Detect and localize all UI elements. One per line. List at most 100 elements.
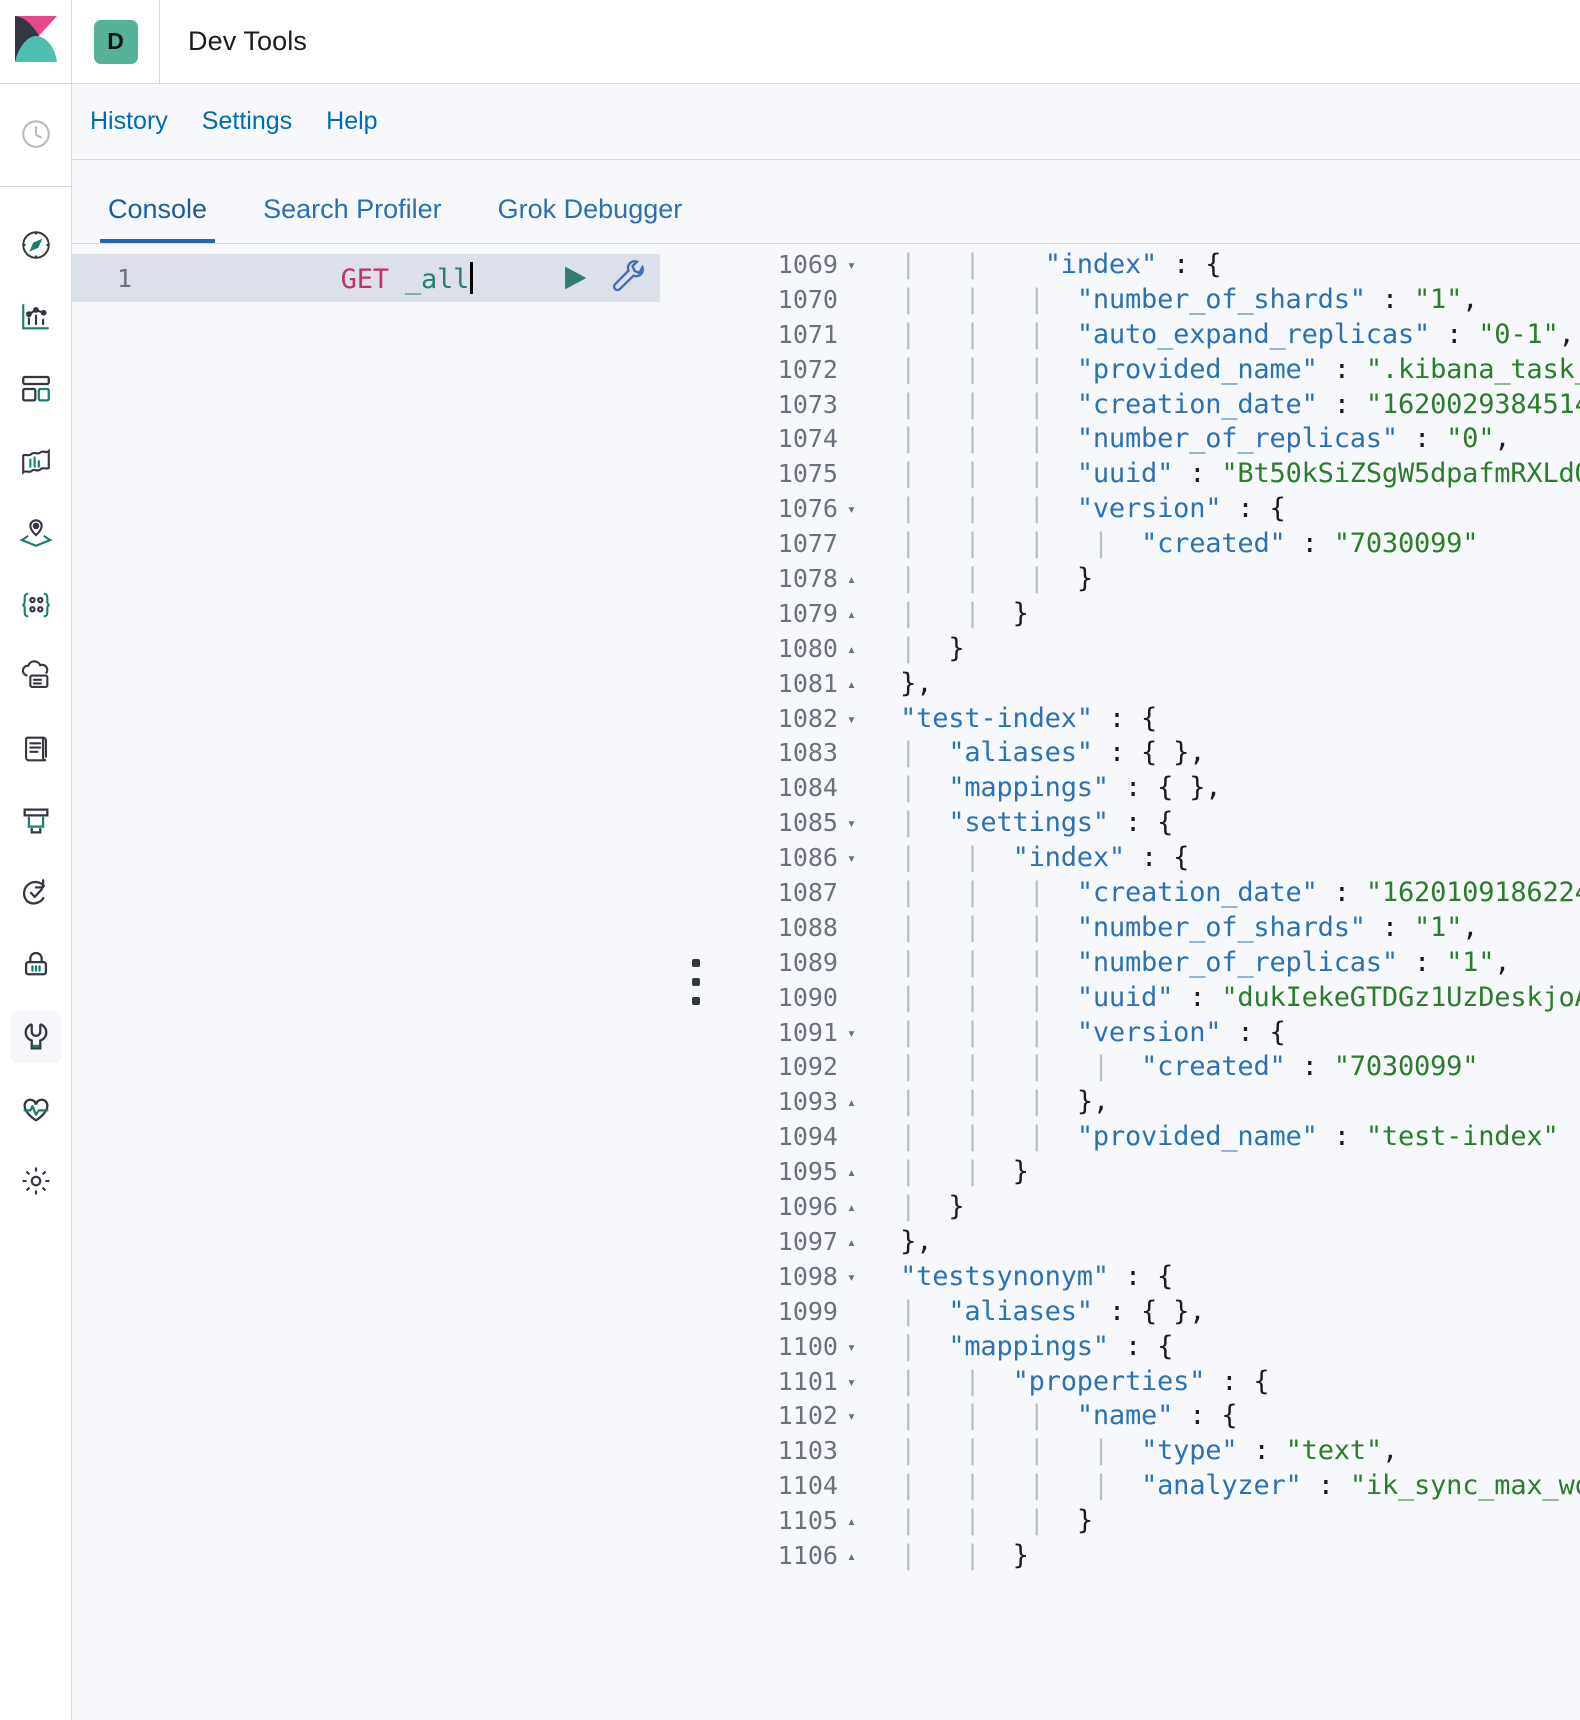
response-line: 1092 | | | | "created" : "7030099" [732, 1050, 1580, 1085]
response-line-number: 1100 [777, 1331, 838, 1361]
response-line-code: | | | | "type" : "text", [900, 1435, 1398, 1467]
fold-toggle-icon[interactable]: ▴ [842, 1539, 868, 1574]
sidebar-item-canvas[interactable] [0, 425, 72, 497]
response-line-code: | "aliases" : { }, [900, 1295, 1206, 1327]
editor-active-line[interactable]: 1 GET _all [72, 254, 660, 302]
sidebar-item-graph[interactable] [0, 569, 72, 641]
response-line-number: 1089 [777, 947, 838, 977]
response-line: 1070 | | | "number_of_shards" : "1", [732, 283, 1580, 318]
fold-toggle-icon[interactable]: ▾ [842, 1330, 868, 1365]
maps-icon [10, 507, 62, 559]
sidebar-item-dev-tools[interactable] [0, 1001, 72, 1073]
fold-toggle-icon[interactable]: ▾ [842, 1365, 868, 1400]
pane-resize-handle[interactable] [660, 244, 732, 1720]
response-line-number: 1083 [777, 738, 838, 768]
space-avatar[interactable]: D [72, 0, 160, 84]
primary-nav-rail [0, 84, 72, 1720]
response-line-number: 1101 [777, 1366, 838, 1396]
sidebar-item-maps[interactable] [0, 497, 72, 569]
response-line-code: | | "index" : { [900, 842, 1190, 874]
fold-toggle-icon[interactable]: ▴ [842, 632, 868, 667]
response-line: 1101 ▾ | | "properties" : { [732, 1365, 1580, 1400]
sidebar-item-dashboard[interactable] [0, 353, 72, 425]
response-line: 1096 ▴ | } [732, 1190, 1580, 1225]
response-line: 1102 ▾ | | | "name" : { [732, 1399, 1580, 1434]
menu-item-help[interactable]: Help [326, 107, 377, 136]
response-line-code: | | | | "created" : "7030099" [900, 528, 1479, 560]
fold-toggle-icon[interactable]: ▴ [842, 597, 868, 632]
graph-icon [10, 579, 62, 631]
tab-grok-debugger[interactable]: Grok Debugger [490, 194, 691, 243]
response-line-number: 1102 [777, 1401, 838, 1431]
fold-toggle-icon[interactable]: ▴ [842, 1504, 868, 1539]
sidebar-item-discover[interactable] [0, 209, 72, 281]
response-line-number: 1095 [777, 1157, 838, 1187]
response-line-number: 1078 [777, 564, 838, 594]
sidebar-item-visualize[interactable] [0, 281, 72, 353]
uptime-icon [10, 867, 62, 919]
response-line: 1089 | | | "number_of_replicas" : "1", [732, 946, 1580, 981]
fold-toggle-icon[interactable]: ▾ [842, 841, 868, 876]
fold-toggle-icon[interactable]: ▾ [842, 1016, 868, 1051]
fold-toggle-icon[interactable]: ▾ [842, 1260, 868, 1295]
fold-toggle-icon[interactable]: ▾ [842, 806, 868, 841]
sidebar-item-stack-monitoring[interactable] [0, 1073, 72, 1145]
response-output[interactable]: 1069 ▾ | | "index" : {1070 | | | "number_… [732, 244, 1580, 1720]
fold-toggle-icon[interactable]: ▴ [842, 1085, 868, 1120]
tab-search-profiler[interactable]: Search Profiler [255, 194, 450, 243]
fold-toggle-icon[interactable]: ▴ [842, 667, 868, 702]
sidebar-item-metrics[interactable] [0, 785, 72, 857]
response-line-number: 1088 [777, 912, 838, 942]
wrench-icon[interactable] [610, 259, 648, 297]
response-line-number: 1069 [777, 250, 838, 279]
fold-toggle-icon[interactable]: ▾ [842, 492, 868, 527]
response-line: 1106 ▴ | | } [732, 1539, 1580, 1574]
sidebar-item-recently-viewed[interactable] [0, 98, 72, 170]
sidebar-item-uptime[interactable] [0, 857, 72, 929]
sidebar-item-machine-learning[interactable] [0, 641, 72, 713]
sidebar-item-security[interactable] [0, 929, 72, 1001]
response-line-code: | | | "creation_date" : "1620029384514", [900, 388, 1580, 420]
response-line: 1090 | | | "uuid" : "dukIekeGTDGz1UzDesk… [732, 981, 1580, 1016]
response-line: 1088 | | | "number_of_shards" : "1", [732, 911, 1580, 946]
response-line: 1077 | | | | "created" : "7030099" [732, 527, 1580, 562]
response-line: 1087 | | | "creation_date" : "1620109186… [732, 876, 1580, 911]
response-line-code: | "aliases" : { }, [900, 737, 1206, 769]
fold-toggle-icon[interactable]: ▾ [842, 702, 868, 737]
response-line: 1103 | | | | "type" : "text", [732, 1434, 1580, 1469]
machine-learning-icon [10, 651, 62, 703]
response-line-number: 1080 [777, 633, 838, 663]
response-line-number: 1086 [777, 843, 838, 873]
fold-toggle-icon[interactable]: ▾ [842, 1399, 868, 1434]
fold-toggle-icon[interactable]: ▾ [842, 248, 868, 283]
response-line-number: 1085 [777, 808, 838, 838]
response-line: 1079 ▴ | | } [732, 597, 1580, 632]
menu-item-settings[interactable]: Settings [202, 107, 292, 136]
response-line: 1080 ▴ | } [732, 632, 1580, 667]
play-icon[interactable] [558, 261, 592, 295]
kibana-home-link[interactable] [0, 0, 72, 84]
fold-toggle-icon[interactable]: ▴ [842, 1225, 868, 1260]
sidebar-item-stack-management[interactable] [0, 1145, 72, 1217]
response-line-number: 1081 [777, 668, 838, 698]
response-line-code: | } [900, 1191, 965, 1223]
response-line-number: 1099 [777, 1296, 838, 1326]
sidebar-item-logs[interactable] [0, 713, 72, 785]
response-line: 1082 ▾ "test-index" : { [732, 702, 1580, 737]
menu-item-history[interactable]: History [90, 107, 168, 136]
request-path: _all [388, 263, 470, 295]
fold-toggle-icon[interactable]: ▴ [842, 1190, 868, 1225]
response-line-code: | | | "number_of_shards" : "1", [900, 283, 1479, 315]
response-line-code: | | | "auto_expand_replicas" : "0-1", [900, 318, 1575, 350]
response-line-number: 1090 [777, 982, 838, 1012]
request-editor[interactable]: 1 GET _all [72, 244, 660, 1720]
dev-tools-page: D Dev Tools History Settings Help Consol… [0, 0, 1580, 1720]
lock-icon [10, 939, 62, 991]
clock-icon [10, 108, 62, 160]
response-line-number: 1092 [777, 1052, 838, 1082]
editor-action-buttons [558, 259, 648, 297]
response-lines: 1069 ▾ | | "index" : {1070 | | | "number_… [732, 248, 1580, 1574]
fold-toggle-icon[interactable]: ▴ [842, 1155, 868, 1190]
tab-console[interactable]: Console [100, 194, 216, 243]
fold-toggle-icon[interactable]: ▴ [842, 562, 868, 597]
